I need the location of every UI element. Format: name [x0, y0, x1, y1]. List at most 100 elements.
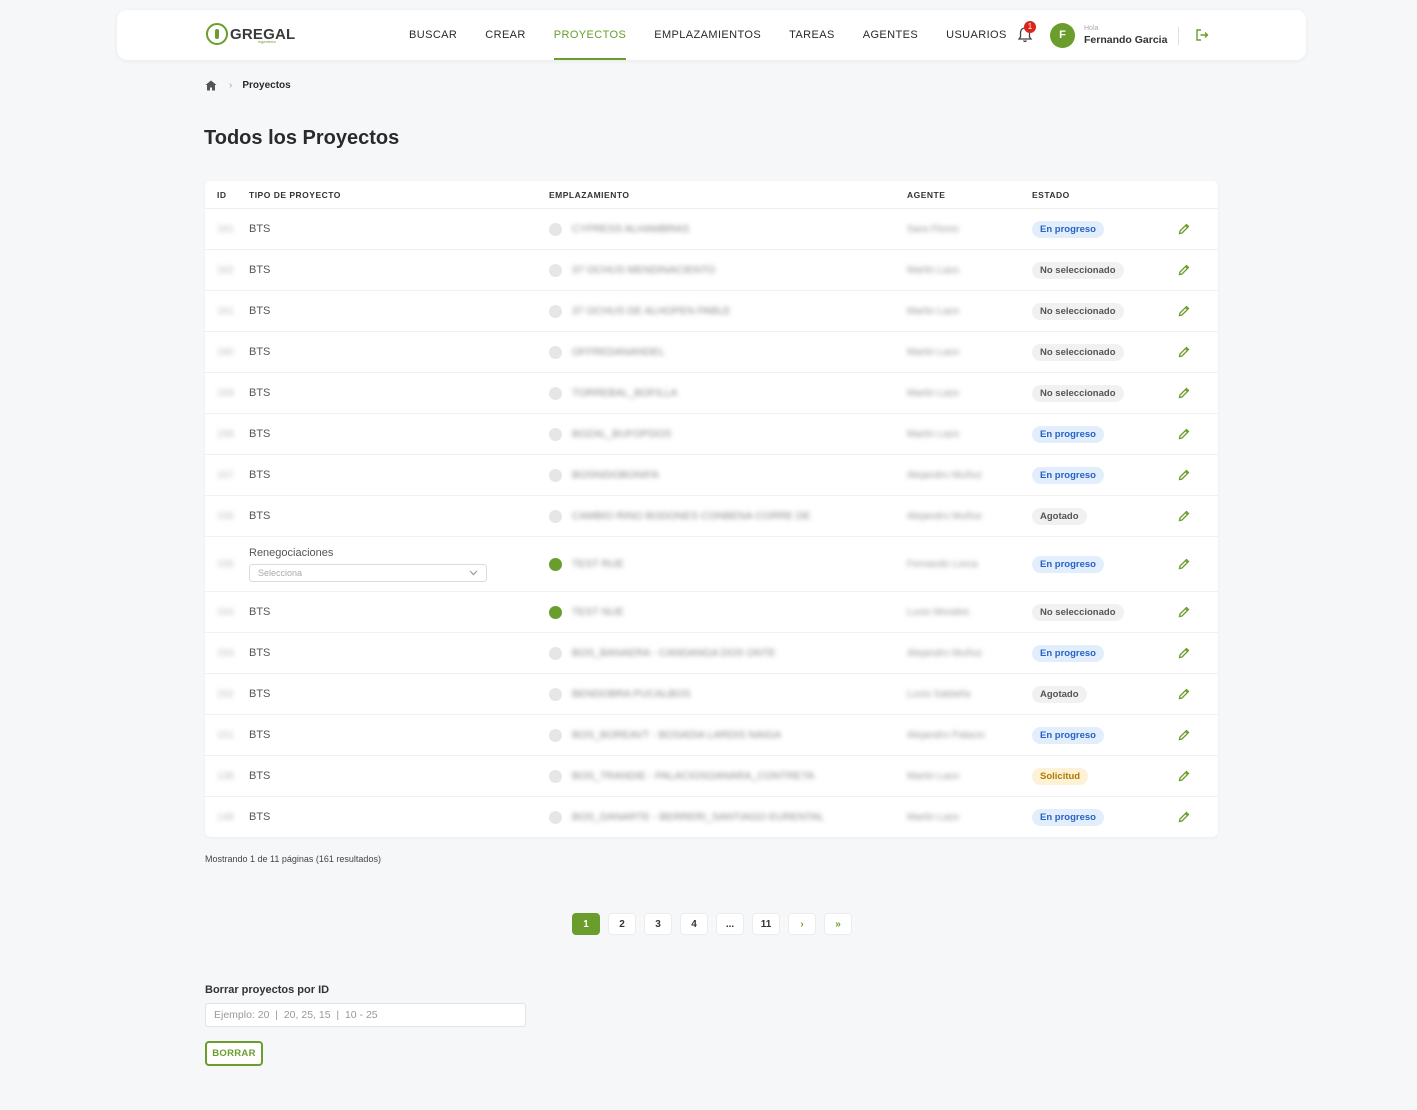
page-button-2[interactable]: 2	[608, 913, 636, 935]
edit-icon[interactable]	[1178, 674, 1192, 714]
project-type: BTS	[249, 647, 271, 659]
site-cell[interactable]: OFFREDANANDEL	[549, 332, 665, 372]
edit-icon[interactable]	[1178, 455, 1192, 495]
table-row[interactable]: 155 Renegociaciones Selecciona TEST RUE Fern…	[205, 537, 1218, 592]
project-id: 152	[217, 688, 234, 700]
status-badge: No seleccionado	[1032, 603, 1124, 621]
site-cell[interactable]: BOZAL_BUFOPDOS	[549, 414, 671, 454]
nav-item-crear[interactable]: CREAR	[485, 10, 526, 60]
edit-icon[interactable]	[1178, 633, 1192, 673]
table-row[interactable]: 156 BTS CAMBIO RINO BODONES CONBENA CORRE …	[205, 496, 1218, 537]
site-cell[interactable]: CYPRESS ALHAMBRAS	[549, 209, 689, 249]
nav-item-emplazamientos[interactable]: EMPLAZAMIENTOS	[654, 10, 761, 60]
site-cell[interactable]: TORREBAL_BOFILLA	[549, 373, 677, 413]
edit-icon[interactable]	[1178, 332, 1192, 372]
site-cell[interactable]: BOS_BANAERA - CANDANGA DOS ONTE	[549, 633, 776, 673]
table-row[interactable]: 138 BTS BOS_TRANDIE - PALACIOSOANARA_CONTR…	[205, 756, 1218, 797]
edit-icon[interactable]	[1178, 209, 1192, 249]
delete-ids-input[interactable]	[205, 1003, 526, 1027]
edit-icon[interactable]	[1178, 414, 1192, 454]
project-id: 157	[217, 469, 234, 481]
table-row[interactable]: 162 BTS 37 OCHUS MENDINACIENTO Martin Lazo N…	[205, 250, 1218, 291]
nav-item-proyectos[interactable]: PROYECTOS	[553, 10, 627, 60]
project-id: 161	[217, 305, 234, 317]
project-id: 148	[217, 811, 234, 823]
page-button-3[interactable]: 3	[644, 913, 672, 935]
table-row[interactable]: 158 BTS BOZAL_BUFOPDOS Martin Lazo En progre…	[205, 414, 1218, 455]
agent-name: Martin Lazo	[907, 387, 960, 399]
project-id: 158	[217, 428, 234, 440]
site-cell[interactable]: BOS_TRANDIE - PALACIOSOANARA_CONTRETA	[549, 756, 814, 796]
project-id: 138	[217, 770, 234, 782]
site-cell[interactable]: BOS_DANARTE - BERRERI_SANTIAGO EURENTAL	[549, 797, 824, 837]
site-cell[interactable]: BENDOBRA PUCALBOS	[549, 674, 690, 714]
header-project-type[interactable]: TIPO DE PROYECTO	[249, 190, 341, 200]
agent-name: Martin Lazo	[907, 770, 960, 782]
header-site[interactable]: EMPLAZAMIENTO	[549, 190, 629, 200]
table-row[interactable]: 154 BTS TEST NUE Lucio Morales No selecciona…	[205, 592, 1218, 633]
table-row[interactable]: 160 BTS OFFREDANANDEL Martin Lazo No selecci…	[205, 332, 1218, 373]
table-row[interactable]: 152 BTS BENDOBRA PUCALBOS Lucio Saldaña Agot…	[205, 674, 1218, 715]
table-row[interactable]: 161 BTS 37 OCHUS DE ALHOPEN PABLE Martin La…	[205, 291, 1218, 332]
table-row[interactable]: 159 BTS TORREBAL_BOFILLA Martin Lazo No sele…	[205, 373, 1218, 414]
site-cell[interactable]: TEST RUE	[549, 537, 624, 591]
page-button-1[interactable]: 1	[572, 913, 600, 935]
site-cell[interactable]: BOS_BOREAVT - BOSADIA LARDIS NAIGA	[549, 715, 781, 755]
logout-icon[interactable]	[1195, 28, 1209, 42]
last-page-button[interactable]: »	[824, 913, 852, 935]
edit-icon[interactable]	[1178, 496, 1192, 536]
table-row[interactable]: 161 BTS CYPRESS ALHAMBRAS Sara Flores En pro…	[205, 209, 1218, 250]
edit-icon[interactable]	[1178, 715, 1192, 755]
site-name: BOZAL_BUFOPDOS	[572, 428, 672, 440]
brand-logo[interactable]: GREGAL ingeniería	[206, 23, 295, 45]
nav-item-buscar[interactable]: BUSCAR	[409, 10, 457, 60]
site-name: TEST RUE	[572, 558, 624, 570]
page-button-4[interactable]: 4	[680, 913, 708, 935]
nav-item-usuarios[interactable]: USUARIOS	[946, 10, 1007, 60]
status-dot-icon	[549, 687, 562, 701]
nav-item-agentes[interactable]: AGENTES	[863, 10, 918, 60]
project-type: BTS	[249, 606, 271, 618]
table-row[interactable]: 148 BTS BOS_DANARTE - BERRERI_SANTIAGO EUR…	[205, 797, 1218, 838]
header-status[interactable]: ESTADO	[1032, 190, 1070, 200]
site-cell[interactable]: TEST NUE	[549, 592, 624, 632]
project-id: 159	[217, 387, 234, 399]
agent-name: Alejandro Muñoz	[907, 510, 983, 522]
delete-button[interactable]: BORRAR	[205, 1041, 263, 1066]
table-row[interactable]: 153 BTS BOS_BANAERA - CANDANGA DOS ONTE Ale…	[205, 633, 1218, 674]
table-row[interactable]: 151 BTS BOS_BOREAVT - BOSADIA LARDIS NAIGA…	[205, 715, 1218, 756]
site-name: 37 OCHUS DE ALHOPEN PABLE	[572, 305, 731, 317]
project-type-select[interactable]: Selecciona	[249, 563, 487, 582]
edit-icon[interactable]	[1178, 537, 1192, 591]
project-type: BTS	[249, 688, 271, 700]
logo-icon	[206, 23, 228, 45]
site-cell[interactable]: 37 OCHUS MENDINACIENTO	[549, 250, 715, 290]
main-nav: BUSCAR CREAR PROYECTOS EMPLAZAMIENTOS TAREAS…	[409, 10, 1035, 60]
user-name[interactable]: Fernando Garcia	[1084, 34, 1167, 46]
edit-icon[interactable]	[1178, 250, 1192, 290]
nav-item-tareas[interactable]: TAREAS	[789, 10, 835, 60]
avatar[interactable]: F	[1050, 23, 1075, 48]
project-type: BTS	[249, 811, 271, 823]
site-name: BENDOBRA PUCALBOS	[572, 688, 691, 700]
site-cell[interactable]: 37 OCHUS DE ALHOPEN PABLE	[549, 291, 731, 331]
greeting-text: Hola	[1084, 25, 1099, 32]
status-dot-icon	[549, 304, 562, 318]
header-agent[interactable]: AGENTE	[907, 190, 945, 200]
edit-icon[interactable]	[1178, 373, 1192, 413]
edit-icon[interactable]	[1178, 756, 1192, 796]
page-button-11[interactable]: 11	[752, 913, 780, 935]
next-page-button[interactable]: ›	[788, 913, 816, 935]
project-id: 160	[217, 346, 234, 358]
status-dot-icon	[549, 509, 562, 523]
site-cell[interactable]: BOSNIDOBONIFA	[549, 455, 659, 495]
edit-icon[interactable]	[1178, 592, 1192, 632]
site-cell[interactable]: CAMBIO RINO BODONES CONBENA CORRE DE	[549, 496, 811, 536]
home-icon[interactable]	[205, 80, 217, 91]
agent-name: Lucio Saldaña	[907, 688, 971, 700]
edit-icon[interactable]	[1178, 797, 1192, 837]
table-row[interactable]: 157 BTS BOSNIDOBONIFA Alejandro Muñoz En pro…	[205, 455, 1218, 496]
header-id[interactable]: ID	[217, 190, 227, 200]
edit-icon[interactable]	[1178, 291, 1192, 331]
project-type: BTS	[249, 729, 271, 741]
